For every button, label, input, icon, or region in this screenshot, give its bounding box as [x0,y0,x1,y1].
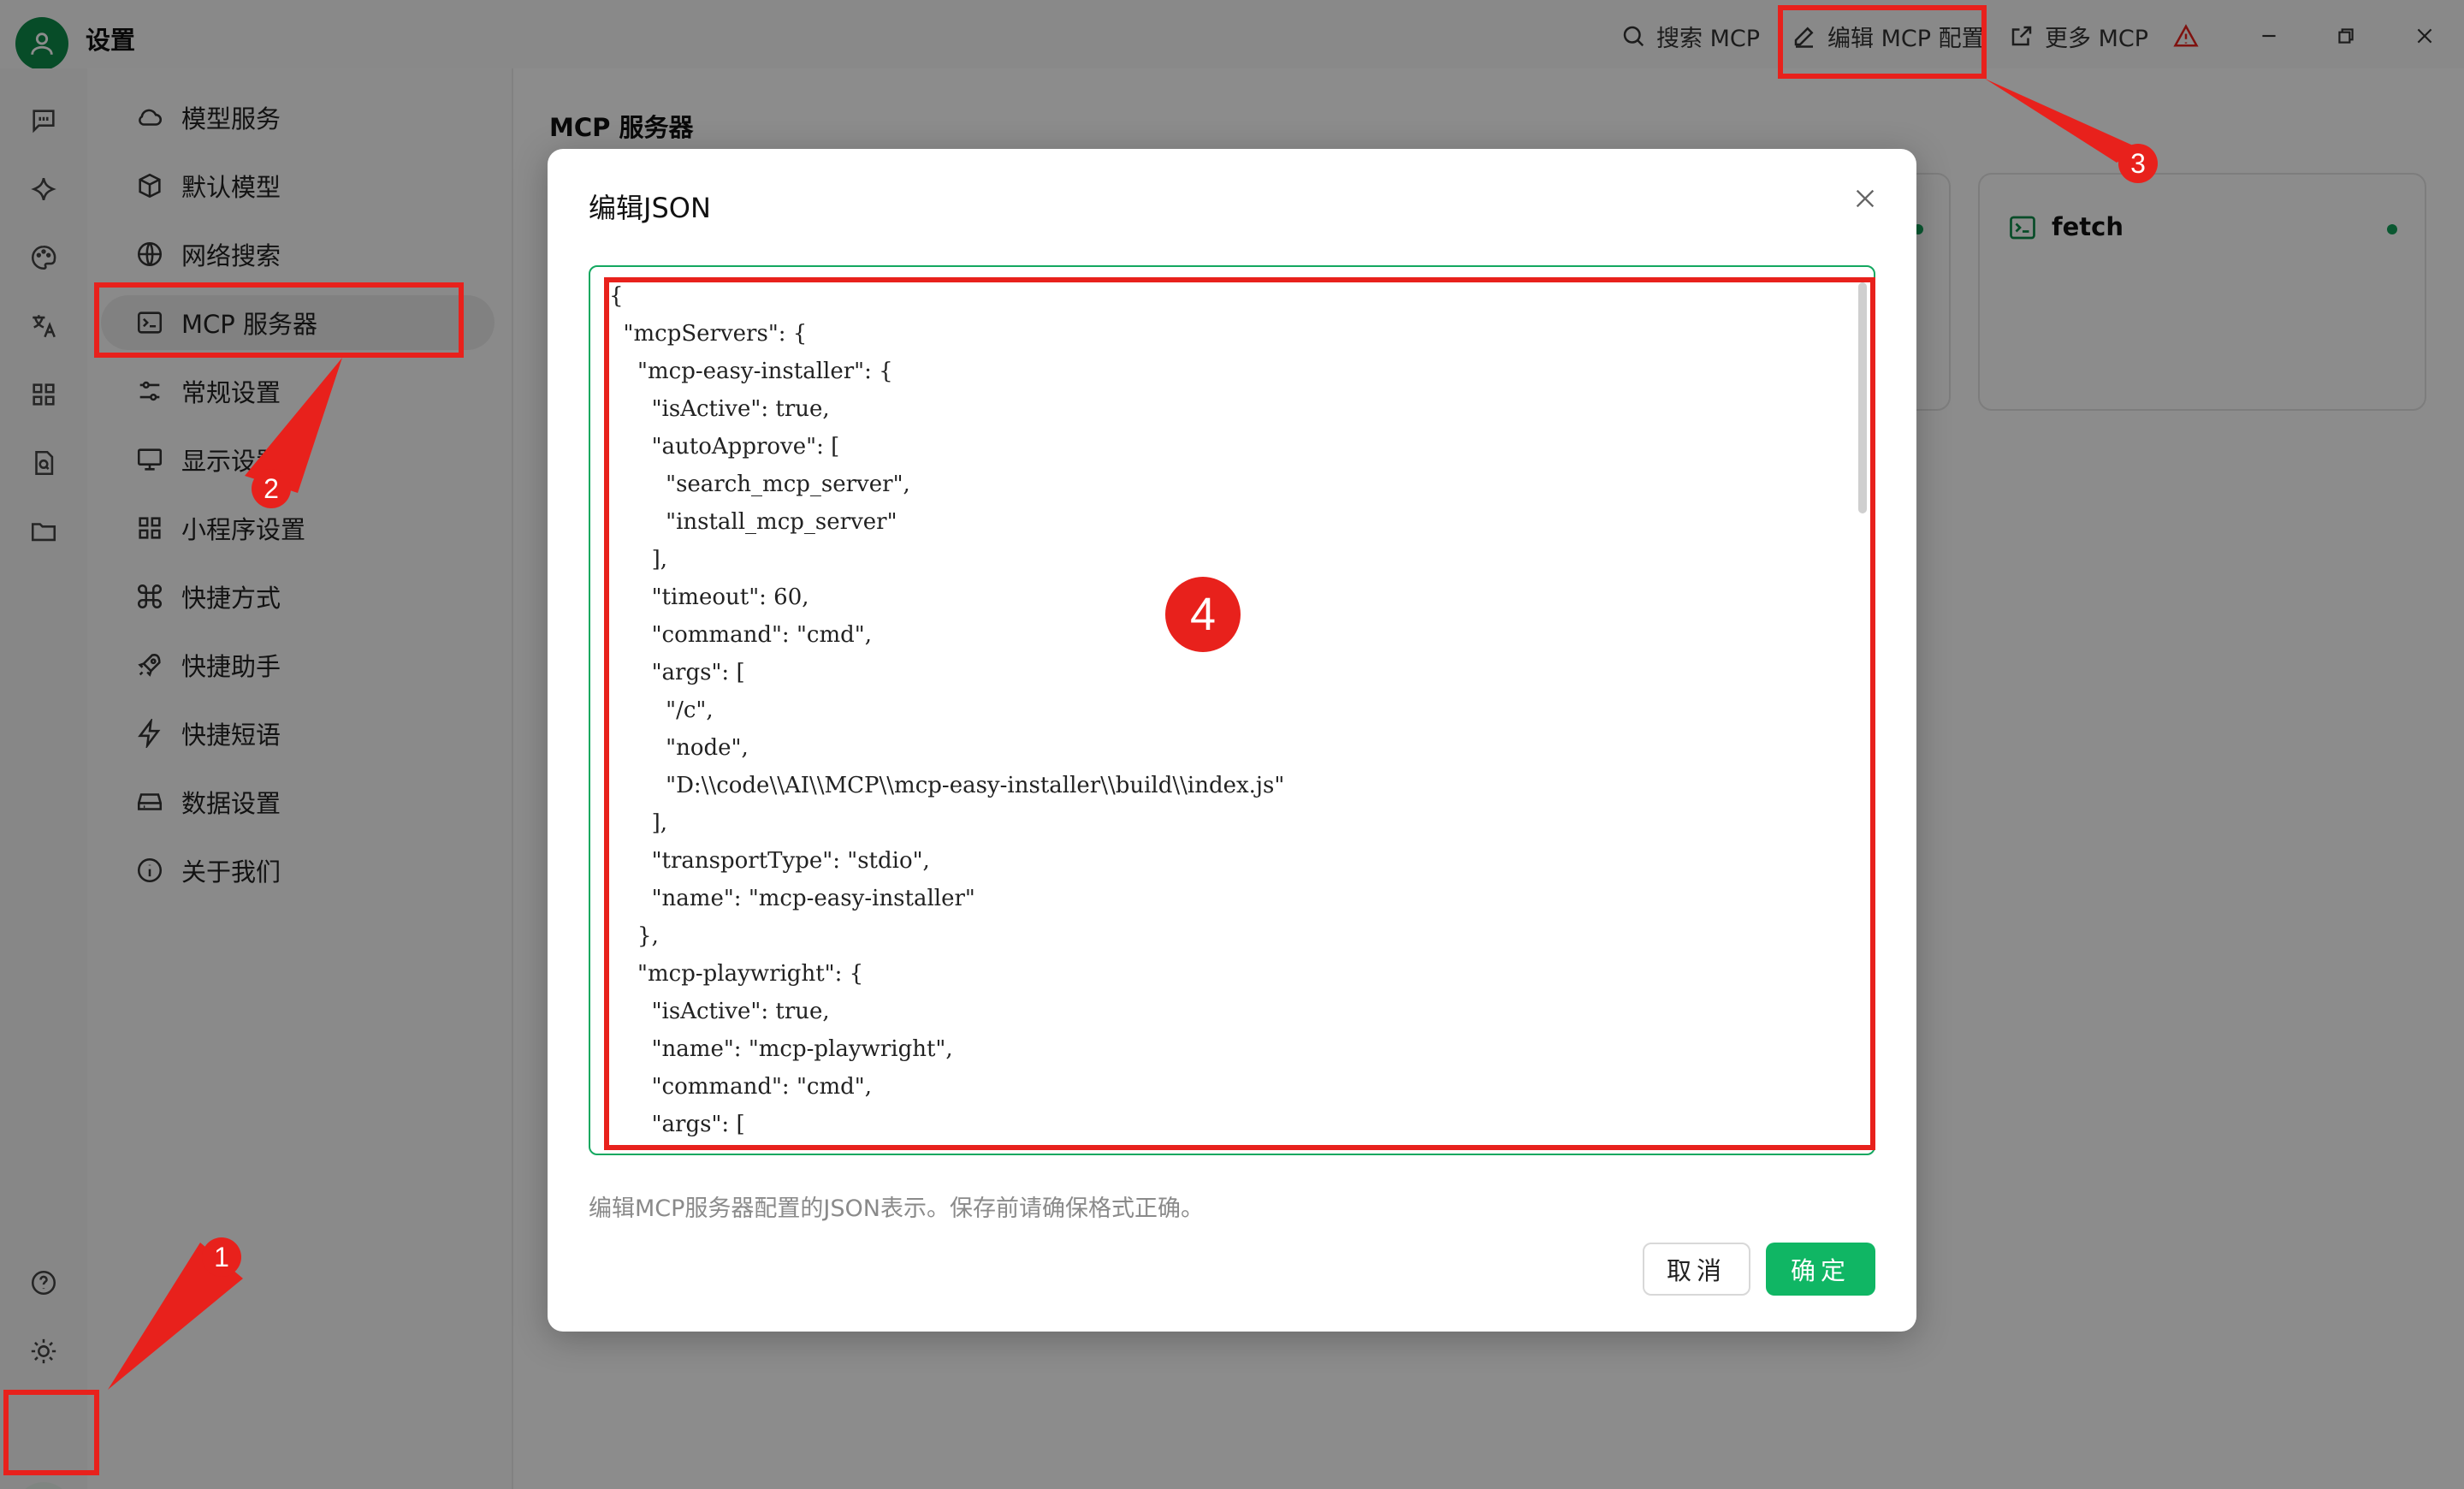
confirm-button[interactable]: 确定 [1766,1243,1875,1296]
highlight-box-editor [604,277,1875,1150]
annotation-badge-4: 4 [1165,577,1241,652]
annotation-badge-2: 2 [252,469,291,508]
annotation-badge-3: 3 [2118,144,2158,183]
dialog-title: 编辑JSON [589,192,711,224]
highlight-box-mcp-nav [94,282,464,358]
dialog-close-button[interactable] [1846,180,1884,217]
highlight-box-settings [3,1390,99,1475]
close-icon [1856,189,1875,208]
annotation-badge-1: 1 [202,1237,241,1277]
highlight-box-edit-config [1778,5,1987,79]
dialog-hint: 编辑MCP服务器配置的JSON表示。保存前请确保格式正确。 [589,1195,1204,1222]
cancel-button[interactable]: 取消 [1643,1243,1750,1296]
